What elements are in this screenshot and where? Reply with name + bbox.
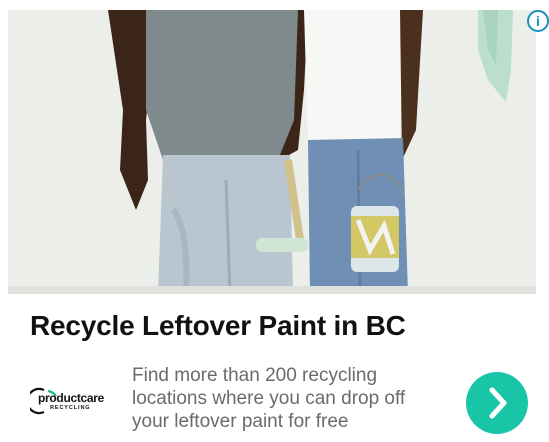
hero-illustration <box>8 10 536 294</box>
description-line: your leftover paint for free <box>132 411 349 432</box>
productcare-logo[interactable]: productcare RECYCLING <box>30 387 106 415</box>
hero-image[interactable] <box>8 10 536 294</box>
description-line: locations where you can drop off <box>132 388 406 409</box>
description-line: Find more than 200 recycling <box>132 365 378 386</box>
chevron-right-icon <box>489 387 507 419</box>
ad-card[interactable]: i Recycle Leftover Paint in BC productca… <box>0 0 549 442</box>
ad-description[interactable]: Find more than 200 recycling locations w… <box>132 364 432 433</box>
logo-brand-text: productcare <box>38 391 105 405</box>
ad-headline[interactable]: Recycle Leftover Paint in BC <box>30 310 406 342</box>
cta-button[interactable] <box>466 372 528 434</box>
logo-sub-text: RECYCLING <box>50 405 91 411</box>
ad-info-icon[interactable]: i <box>527 10 549 32</box>
